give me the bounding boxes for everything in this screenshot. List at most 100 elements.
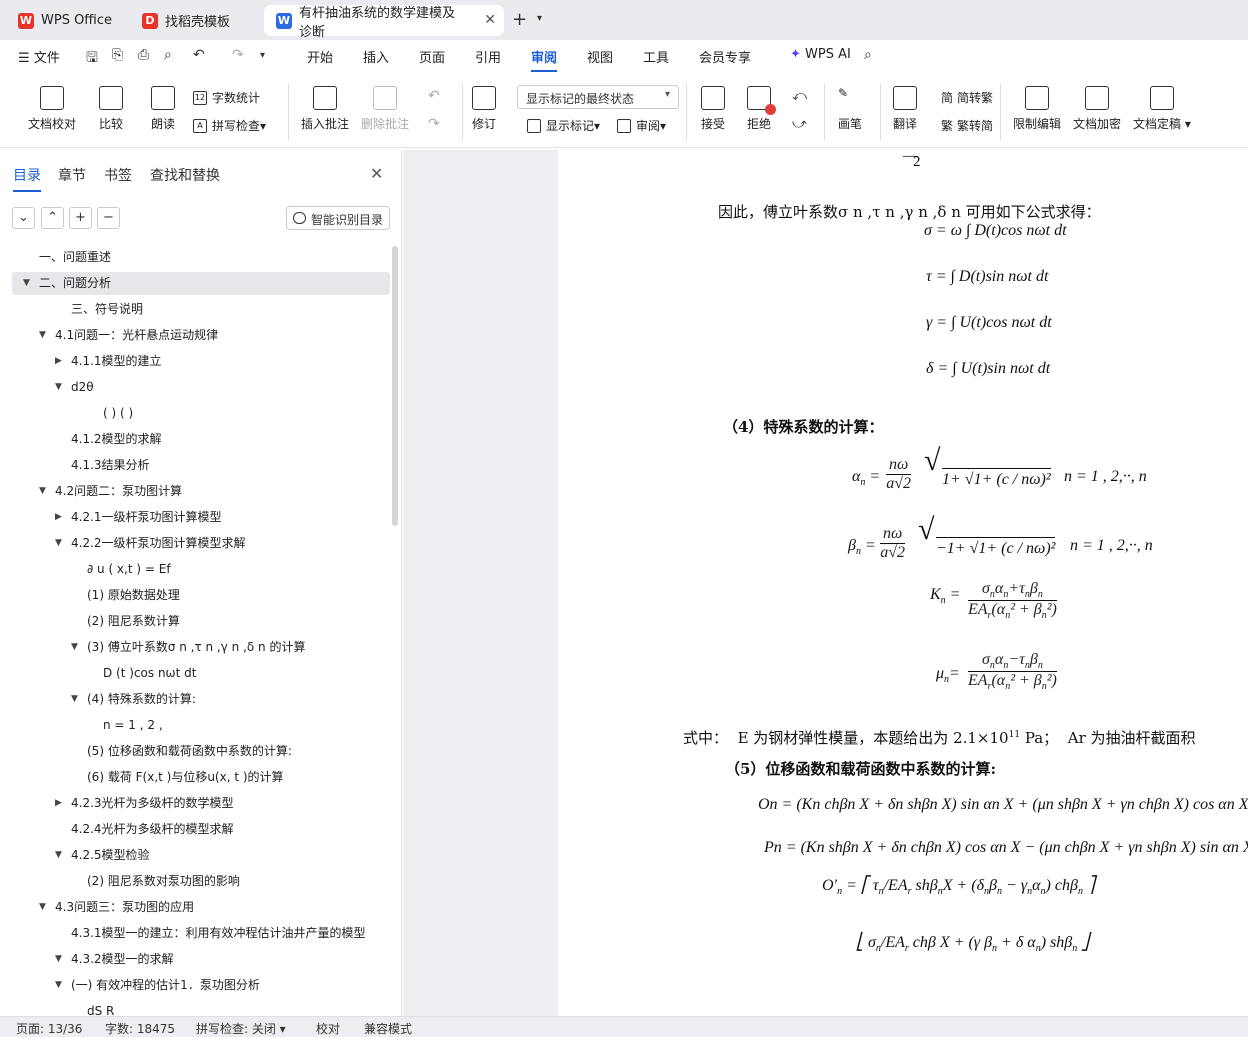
toc-item[interactable]: 4.1.2模型的求解	[12, 428, 390, 451]
tab-find-replace[interactable]: 查找和替换	[150, 165, 220, 185]
print-preview-icon[interactable]: ⌕	[164, 47, 172, 63]
pen-button[interactable]: ✎ 画笔	[838, 86, 862, 132]
menu-start[interactable]: 开始	[307, 47, 333, 66]
tab-toc[interactable]: 目录	[13, 165, 41, 192]
menu-membership[interactable]: 会员专享	[699, 47, 751, 66]
toc-item[interactable]: (2) 阻尼系数对泵功图的影响	[12, 870, 390, 893]
word-count-button[interactable]: 12 字数统计	[193, 89, 260, 106]
toc-item[interactable]: (5) 位移函数和载荷函数中系数的计算:	[12, 740, 390, 763]
toc-item[interactable]: ▶ 4.1.1模型的建立	[12, 350, 390, 373]
expand-arrow-icon[interactable]: ▶	[55, 792, 62, 815]
accept-button[interactable]: 接受	[701, 86, 725, 132]
toc-item[interactable]: ▶ 4.2.3光杆为多级杆的数学模型	[12, 792, 390, 815]
close-tab-icon[interactable]: ✕	[484, 12, 496, 28]
finalize-doc-button[interactable]: 文档定稿 ▾	[1133, 86, 1191, 132]
menu-tools[interactable]: 工具	[643, 47, 669, 66]
compare-button[interactable]: 比较	[99, 86, 123, 132]
save-icon[interactable]: 🖫	[86, 47, 98, 71]
page-indicator[interactable]: 页面: 13/36	[16, 1020, 82, 1037]
tab-templates[interactable]: D 找稻壳模板	[130, 5, 258, 36]
expand-arrow-icon[interactable]: ▶	[55, 350, 62, 373]
chevron-down-icon[interactable]: ▾	[537, 13, 542, 24]
toc-item[interactable]: ( ) ( )	[12, 402, 390, 425]
collapse-arrow-icon[interactable]: ▼	[55, 532, 62, 555]
add-heading-button[interactable]: +	[69, 207, 92, 229]
show-markup-button[interactable]: 显示标记 ▾	[527, 117, 600, 134]
new-tab-button[interactable]: +	[512, 9, 527, 30]
reject-button[interactable]: 拒绝	[747, 86, 776, 132]
collapse-arrow-icon[interactable]: ▼	[55, 948, 62, 971]
review-pane-button[interactable]: 审阅 ▾	[617, 117, 666, 134]
menu-page[interactable]: 页面	[419, 47, 445, 66]
spell-check-button[interactable]: A 拼写检查 ▾	[193, 117, 266, 134]
toc-item[interactable]: (2) 阻尼系数计算	[12, 610, 390, 633]
toc-item[interactable]: ▼ 4.2问题二：泵功图计算	[12, 480, 390, 503]
previous-change-icon[interactable]: ⤺	[792, 88, 807, 104]
collapse-arrow-icon[interactable]: ▼	[39, 896, 46, 919]
toc-item[interactable]: (6) 载荷 F(x,t )与位移u(x, t )的计算	[12, 766, 390, 789]
collapse-arrow-icon[interactable]: ▼	[39, 480, 46, 503]
spell-check-status[interactable]: 拼写检查: 关闭 ▾	[196, 1020, 286, 1037]
close-icon[interactable]: ✕	[370, 164, 383, 183]
track-changes-button[interactable]: 修订	[472, 86, 496, 132]
restrict-edit-button[interactable]: 限制编辑	[1013, 86, 1061, 132]
expand-button[interactable]: ⌃	[41, 207, 64, 229]
toc-item[interactable]: 一、问题重述	[12, 246, 390, 269]
remove-heading-button[interactable]: −	[97, 207, 120, 229]
collapse-arrow-icon[interactable]: ▼	[39, 324, 46, 347]
collapse-arrow-icon[interactable]: ▼	[55, 974, 62, 997]
chevron-down-icon[interactable]: ▾	[260, 50, 265, 61]
toc-scrollbar[interactable]	[392, 246, 398, 526]
smart-toc-button[interactable]: 智能识别目录	[286, 206, 390, 230]
menu-reference[interactable]: 引用	[475, 47, 501, 66]
collapse-arrow-icon[interactable]: ▼	[71, 636, 78, 659]
read-aloud-button[interactable]: 朗读	[151, 86, 175, 132]
undo-icon[interactable]: ↶	[193, 47, 205, 63]
tab-sections[interactable]: 章节	[58, 165, 86, 185]
menu-insert[interactable]: 插入	[363, 47, 389, 66]
collapse-all-button[interactable]: ⌄	[12, 207, 35, 229]
tab-document[interactable]: W 有杆抽油系统的数学建模及诊断 ✕	[264, 5, 504, 40]
collapse-arrow-icon[interactable]: ▼	[55, 376, 62, 399]
menu-view[interactable]: 视图	[587, 47, 613, 66]
toc-item[interactable]: ▼ (一) 有效冲程的估计1．泵功图分析	[12, 974, 390, 997]
wps-ai-button[interactable]: ✦ WPS AI	[790, 47, 851, 62]
simp-to-trad-button[interactable]: 简简转繁	[941, 89, 993, 106]
word-count-status[interactable]: 字数: 18475	[105, 1020, 175, 1037]
proofread-button[interactable]: 文档校对	[28, 86, 76, 132]
next-comment-icon[interactable]: ↷	[428, 116, 440, 132]
toc-item[interactable]: ▼ (4) 特殊系数的计算:	[12, 688, 390, 711]
trad-to-simp-button[interactable]: 繁繁转简	[941, 117, 993, 134]
toc-item[interactable]: 4.2.4光杆为多级杆的模型求解	[12, 818, 390, 841]
print-icon[interactable]: ⎙	[138, 47, 149, 63]
redo-icon[interactable]: ↷	[232, 47, 244, 63]
toc-item[interactable]: ▼ 4.2.2一级杆泵功图计算模型求解	[12, 532, 390, 555]
toc-item[interactable]: ▼ 4.1问题一：光杆悬点运动规律	[12, 324, 390, 347]
toc-item[interactable]: ▼ d2θ	[12, 376, 390, 399]
proof-status[interactable]: 校对	[316, 1020, 340, 1037]
toc-item[interactable]: (1) 原始数据处理	[12, 584, 390, 607]
insert-comment-button[interactable]: 插入批注	[301, 86, 349, 132]
toc-item[interactable]: n = 1 , 2 ,	[12, 714, 390, 737]
toc-item[interactable]: ▼ 4.3.2模型一的求解	[12, 948, 390, 971]
previous-comment-icon[interactable]: ↶	[428, 88, 440, 104]
collapse-arrow-icon[interactable]: ▼	[71, 688, 78, 711]
expand-arrow-icon[interactable]: ▶	[55, 506, 62, 529]
toc-item[interactable]: D (t )cos nωt dt	[12, 662, 390, 685]
delete-comment-button[interactable]: 删除批注	[361, 86, 409, 132]
collapse-arrow-icon[interactable]: ▼	[55, 844, 62, 867]
translate-button[interactable]: 翻译	[893, 86, 917, 132]
toc-item[interactable]: ▶ 4.2.1一级杆泵功图计算模型	[12, 506, 390, 529]
toc-item[interactable]: ∂ u ( x,t ) = Ef	[12, 558, 390, 581]
file-menu[interactable]: ☰ 文件	[18, 47, 60, 66]
toc-item[interactable]: ▼ 4.2.5模型检验	[12, 844, 390, 867]
tab-wps-office[interactable]: W WPS Office	[6, 5, 124, 36]
encrypt-doc-button[interactable]: 文档加密	[1073, 86, 1121, 132]
markup-state-select[interactable]: 显示标记的最终状态 ▾	[517, 85, 679, 109]
tab-bookmarks[interactable]: 书签	[104, 165, 132, 185]
collapse-arrow-icon[interactable]: ▼	[23, 272, 30, 295]
toc-item[interactable]: ▼ 二、问题分析	[12, 272, 390, 295]
toc-item[interactable]: ▼ (3) 傅立叶系数σ n ,τ n ,γ n ,δ n 的计算	[12, 636, 390, 659]
search-icon[interactable]: ⌕	[864, 47, 872, 63]
toc-item[interactable]: ▼ 4.3问题三：泵功图的应用	[12, 896, 390, 919]
